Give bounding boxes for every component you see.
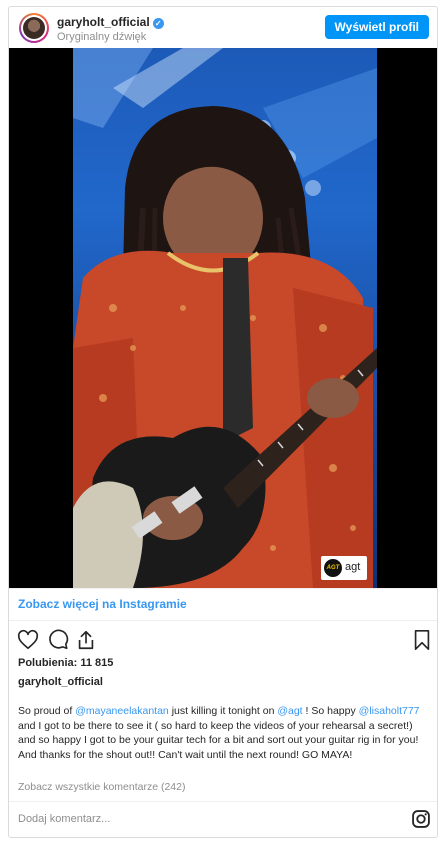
post-header: garyholt_official ✓ Oryginalny dźwięk Wyś…	[9, 7, 437, 47]
mention-link[interactable]: @lisaholt777	[359, 705, 420, 717]
instagram-logo-icon[interactable]	[411, 809, 431, 829]
agt-watermark-text: agt	[345, 561, 361, 573]
guitarist-photo	[73, 48, 377, 588]
video-frame[interactable]: AGT agt	[73, 48, 377, 588]
likes-count[interactable]: Polubienia: 11 815	[18, 657, 113, 669]
post-media[interactable]: AGT agt	[9, 48, 437, 588]
username-text[interactable]: garyholt_official	[57, 15, 150, 29]
audio-label[interactable]: Oryginalny dźwięk	[57, 31, 146, 43]
caption-text: So proud of @mayaneelakantan just killin…	[18, 705, 420, 761]
heart-icon[interactable]	[17, 629, 39, 651]
divider	[9, 588, 437, 589]
verified-badge-icon: ✓	[152, 18, 164, 29]
share-icon[interactable]	[75, 629, 97, 651]
instagram-embed-card: garyholt_official ✓ Oryginalny dźwięk Wyś…	[8, 6, 438, 838]
bookmark-icon[interactable]	[411, 629, 433, 651]
see-more-on-instagram-link[interactable]: Zobacz więcej na Instagramie	[18, 597, 187, 611]
avatar-image	[23, 17, 45, 39]
divider	[9, 620, 437, 621]
mention-link[interactable]: @agt	[277, 705, 302, 717]
divider	[9, 801, 437, 802]
post-username[interactable]: garyholt_official ✓	[57, 15, 164, 29]
avatar[interactable]	[19, 13, 49, 43]
agt-logo-icon: AGT	[324, 559, 342, 577]
agt-watermark: AGT agt	[321, 556, 367, 580]
comment-icon[interactable]	[47, 629, 69, 651]
view-all-comments-link[interactable]: Zobacz wszystkie komentarze (242)	[18, 781, 185, 793]
mention-link[interactable]: @mayaneelakantan	[75, 705, 169, 717]
caption-username[interactable]: garyholt_official	[18, 676, 103, 688]
view-profile-button[interactable]: Wyświetl profil	[324, 15, 429, 39]
add-comment-input[interactable]: Dodaj komentarz...	[18, 813, 110, 825]
